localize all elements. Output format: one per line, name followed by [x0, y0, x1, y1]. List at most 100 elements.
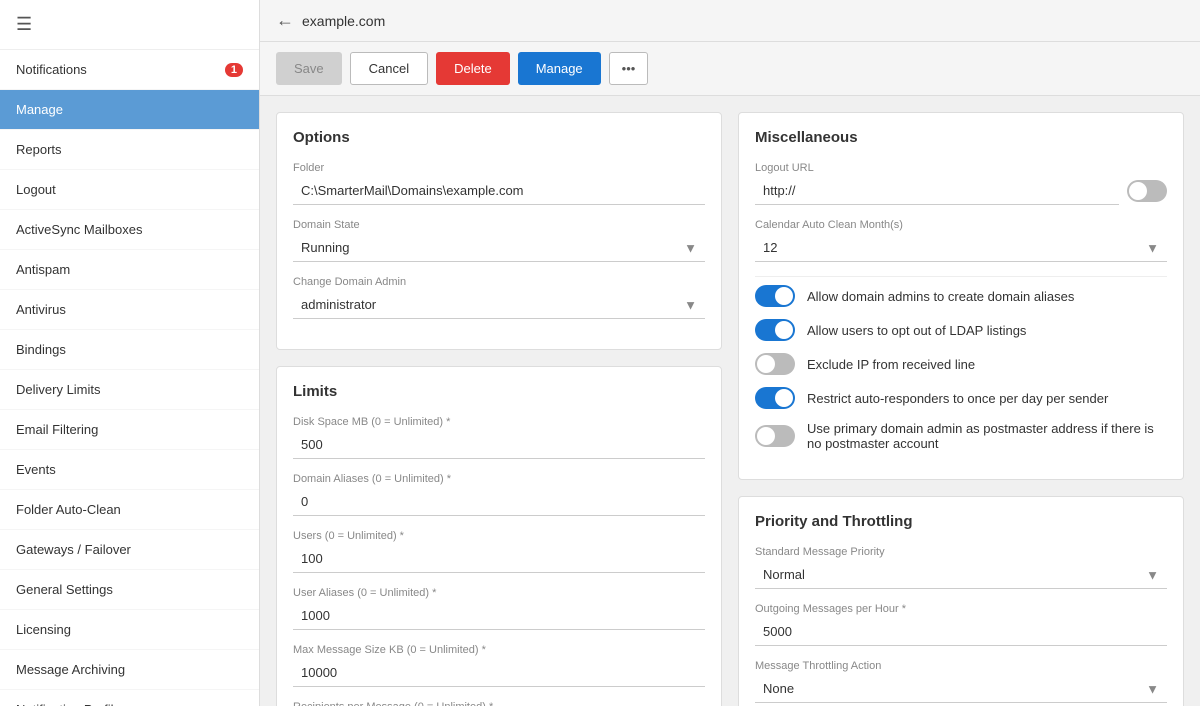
more-button[interactable]: ••• — [609, 52, 649, 85]
throttle-action-group: Message Throttling Action None Delay Bou… — [755, 660, 1167, 703]
sidebar-item-events[interactable]: Events — [0, 450, 259, 490]
limits-card: Limits Disk Space MB (0 = Unlimited) * D… — [276, 366, 722, 706]
folder-input[interactable] — [293, 177, 705, 205]
toggle-exclude-ip[interactable] — [755, 353, 795, 375]
standard-priority-select-wrapper: Normal Low High ▼ — [755, 561, 1167, 589]
toggle-row-exclude-ip: Exclude IP from received line — [755, 353, 1167, 375]
sidebar-header: ☰ — [0, 0, 259, 50]
back-button[interactable]: ← — [276, 10, 294, 31]
main-content: ← example.com Save Cancel Delete Manage … — [260, 0, 1200, 706]
sidebar-item-antispam[interactable]: Antispam — [0, 250, 259, 290]
cancel-button[interactable]: Cancel — [350, 52, 428, 85]
disk-space-label: Disk Space MB (0 = Unlimited) * — [293, 416, 705, 428]
recipients-group: Recipients per Message (0 = Unlimited) * — [293, 701, 705, 706]
toggle-use-primary-admin[interactable] — [755, 425, 795, 447]
save-button[interactable]: Save — [276, 52, 342, 85]
sidebar-item-label: Logout — [16, 182, 56, 197]
sidebar-item-label: Notifications — [16, 62, 87, 77]
toggles-container: Allow domain admins to create domain ali… — [755, 285, 1167, 451]
toggle-row-allow-ldap: Allow users to opt out of LDAP listings — [755, 319, 1167, 341]
toggle-label-exclude-ip: Exclude IP from received line — [807, 357, 975, 372]
domain-admin-select-wrapper: administrator ▼ — [293, 291, 705, 319]
calendar-auto-clean-group: Calendar Auto Clean Month(s) 12 6 3 1 ▼ — [755, 219, 1167, 262]
logout-url-input[interactable] — [755, 177, 1119, 205]
domain-aliases-group: Domain Aliases (0 = Unlimited) * — [293, 473, 705, 516]
sidebar-item-activesync-mailboxes[interactable]: ActiveSync Mailboxes — [0, 210, 259, 250]
delete-button[interactable]: Delete — [436, 52, 510, 85]
user-aliases-label: User Aliases (0 = Unlimited) * — [293, 587, 705, 599]
recipients-label: Recipients per Message (0 = Unlimited) * — [293, 701, 705, 706]
priority-card: Priority and Throttling Standard Message… — [738, 496, 1184, 706]
sidebar-item-reports[interactable]: Reports — [0, 130, 259, 170]
logout-url-group: Logout URL — [755, 162, 1167, 205]
toggle-allow-aliases[interactable] — [755, 285, 795, 307]
sidebar-item-label: Antispam — [16, 262, 70, 277]
sidebar-item-label: Reports — [16, 142, 62, 157]
domain-state-select-wrapper: Running Disabled ▼ — [293, 234, 705, 262]
toggle-restrict-autoresponders[interactable] — [755, 387, 795, 409]
sidebar: ☰ Notifications1 Manage Reports Logout Activ… — [0, 0, 260, 706]
sidebar-item-label: Message Archiving — [16, 662, 125, 677]
toggle-label-allow-ldap: Allow users to opt out of LDAP listings — [807, 323, 1026, 338]
sidebar-item-message-archiving[interactable]: Message Archiving — [0, 650, 259, 690]
options-card: Options Folder Domain State Running Disa… — [276, 112, 722, 350]
sidebar-item-label: Events — [16, 462, 56, 477]
sidebar-item-notifications[interactable]: Notifications1 — [0, 50, 259, 90]
outgoing-messages-input[interactable] — [755, 618, 1167, 646]
topbar: ← example.com — [260, 0, 1200, 42]
toggle-allow-ldap[interactable] — [755, 319, 795, 341]
sidebar-item-label: Antivirus — [16, 302, 66, 317]
content-area: Options Folder Domain State Running Disa… — [260, 96, 1200, 706]
max-message-size-input[interactable] — [293, 659, 705, 687]
action-bar: Save Cancel Delete Manage ••• — [260, 42, 1200, 96]
miscellaneous-card: Miscellaneous Logout URL Calendar Auto C… — [738, 112, 1184, 480]
throttle-action-select[interactable]: None Delay Bounce — [755, 675, 1167, 703]
domain-state-label: Domain State — [293, 219, 705, 231]
manage-button[interactable]: Manage — [518, 52, 601, 85]
calendar-auto-clean-select[interactable]: 12 6 3 1 — [755, 234, 1167, 262]
domain-aliases-label: Domain Aliases (0 = Unlimited) * — [293, 473, 705, 485]
domain-admin-group: Change Domain Admin administrator ▼ — [293, 276, 705, 319]
sidebar-item-antivirus[interactable]: Antivirus — [0, 290, 259, 330]
domain-label: example.com — [302, 13, 385, 29]
sidebar-item-label: Notification Profiles — [16, 702, 127, 706]
toggle-label-allow-aliases: Allow domain admins to create domain ali… — [807, 289, 1074, 304]
domain-state-select[interactable]: Running Disabled — [293, 234, 705, 262]
logout-url-label: Logout URL — [755, 162, 1167, 174]
standard-priority-select[interactable]: Normal Low High — [755, 561, 1167, 589]
logout-url-toggle[interactable] — [1127, 180, 1167, 202]
sidebar-item-notification-profiles[interactable]: Notification Profiles — [0, 690, 259, 706]
calendar-auto-clean-select-wrapper: 12 6 3 1 ▼ — [755, 234, 1167, 262]
sidebar-item-label: Manage — [16, 102, 63, 117]
folder-group: Folder — [293, 162, 705, 205]
outgoing-messages-group: Outgoing Messages per Hour * — [755, 603, 1167, 646]
right-column: Miscellaneous Logout URL Calendar Auto C… — [738, 112, 1184, 690]
throttle-action-select-wrapper: None Delay Bounce ▼ — [755, 675, 1167, 703]
toggle-row-allow-aliases: Allow domain admins to create domain ali… — [755, 285, 1167, 307]
domain-admin-select[interactable]: administrator — [293, 291, 705, 319]
sidebar-item-bindings[interactable]: Bindings — [0, 330, 259, 370]
user-aliases-input[interactable] — [293, 602, 705, 630]
priority-title: Priority and Throttling — [755, 513, 1167, 530]
sidebar-item-gateways-failover[interactable]: Gateways / Failover — [0, 530, 259, 570]
disk-space-group: Disk Space MB (0 = Unlimited) * — [293, 416, 705, 459]
sidebar-item-logout[interactable]: Logout — [0, 170, 259, 210]
standard-priority-group: Standard Message Priority Normal Low Hig… — [755, 546, 1167, 589]
sidebar-item-email-filtering[interactable]: Email Filtering — [0, 410, 259, 450]
sidebar-item-general-settings[interactable]: General Settings — [0, 570, 259, 610]
sidebar-item-label: Folder Auto-Clean — [16, 502, 121, 517]
sidebar-item-manage[interactable]: Manage — [0, 90, 259, 130]
toggle-label-restrict-autoresponders: Restrict auto-responders to once per day… — [807, 391, 1108, 406]
disk-space-input[interactable] — [293, 431, 705, 459]
calendar-auto-clean-label: Calendar Auto Clean Month(s) — [755, 219, 1167, 231]
domain-state-group: Domain State Running Disabled ▼ — [293, 219, 705, 262]
sidebar-item-delivery-limits[interactable]: Delivery Limits — [0, 370, 259, 410]
sidebar-item-licensing[interactable]: Licensing — [0, 610, 259, 650]
domain-aliases-input[interactable] — [293, 488, 705, 516]
toggle-label-use-primary-admin: Use primary domain admin as postmaster a… — [807, 421, 1167, 451]
hamburger-icon[interactable]: ☰ — [16, 14, 32, 35]
users-input[interactable] — [293, 545, 705, 573]
toggle-row-restrict-autoresponders: Restrict auto-responders to once per day… — [755, 387, 1167, 409]
sidebar-item-folder-auto-clean[interactable]: Folder Auto-Clean — [0, 490, 259, 530]
sidebar-item-label: Email Filtering — [16, 422, 98, 437]
